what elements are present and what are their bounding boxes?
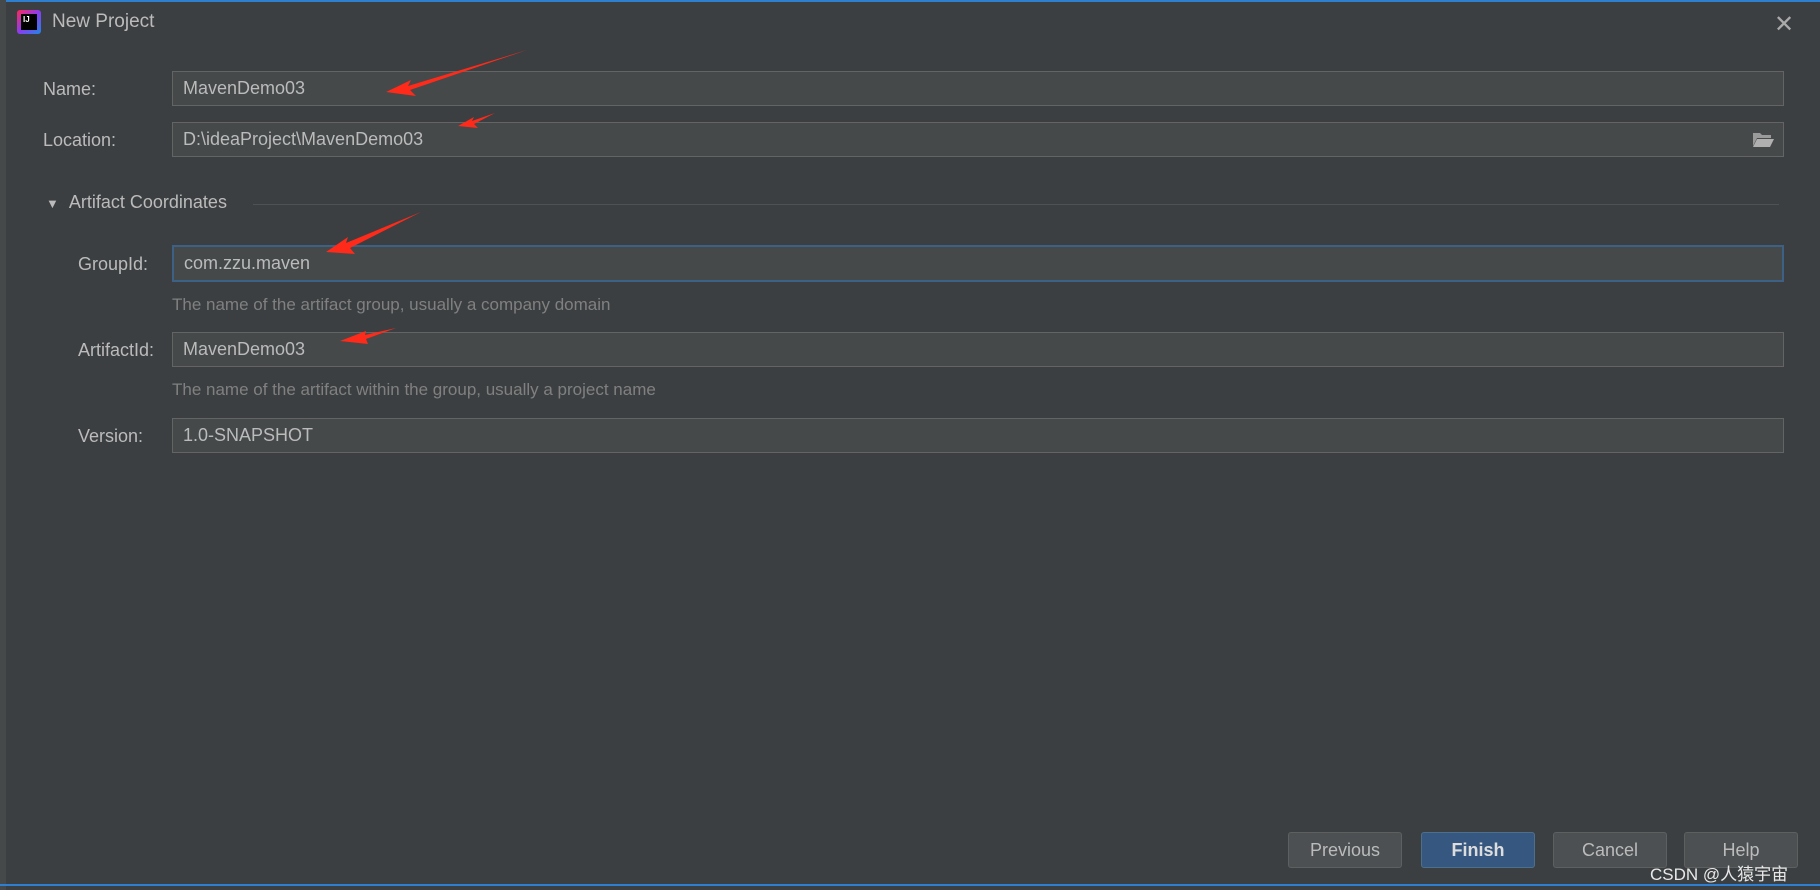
annotation-arrow — [340, 328, 396, 344]
annotation-arrow — [458, 113, 495, 128]
annotation-arrows — [326, 50, 527, 344]
annotation-arrow — [386, 50, 527, 96]
annotation-arrow — [326, 212, 421, 254]
